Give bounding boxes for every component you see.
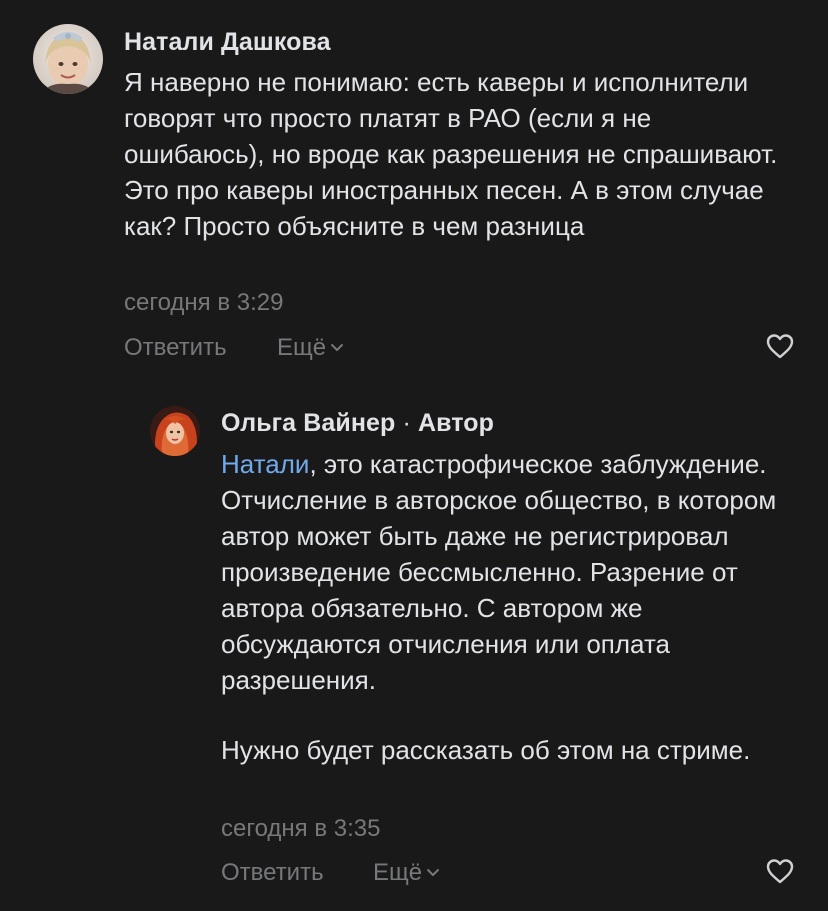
- reply-comment: Ольга Вайнер · Автор Натали, это катастр…: [0, 390, 828, 911]
- comment-text-body: , это катастрофическое заблуждение. Отчи…: [221, 449, 777, 695]
- reply-button[interactable]: Ответить: [221, 859, 324, 887]
- author-role-badge: Автор: [417, 409, 495, 437]
- chevron-down-icon: [331, 344, 344, 351]
- comment-author: Ольга Вайнер · Автор: [221, 409, 494, 438]
- author-separator: ·: [402, 409, 411, 437]
- more-button[interactable]: Ещё: [373, 859, 440, 887]
- comment: Натали Дашкова Я наверно не понимаю: ест…: [0, 0, 828, 380]
- comment-date[interactable]: сегодня в 3:35: [221, 815, 380, 843]
- comment-author[interactable]: Натали Дашкова: [124, 28, 331, 57]
- chevron-down-icon: [427, 869, 440, 876]
- mention-link[interactable]: Натали: [221, 449, 309, 479]
- author-name[interactable]: Ольга Вайнер: [221, 409, 395, 437]
- heart-outline-icon[interactable]: [765, 332, 795, 360]
- heart-outline-icon[interactable]: [765, 857, 795, 885]
- more-label: Ещё: [277, 334, 327, 361]
- reply-button[interactable]: Ответить: [124, 334, 227, 362]
- avatar[interactable]: [33, 24, 103, 94]
- comment-date[interactable]: сегодня в 3:29: [124, 289, 283, 317]
- more-label: Ещё: [373, 859, 423, 886]
- more-button[interactable]: Ещё: [277, 334, 344, 362]
- comment-text: Я наверно не понимаю: есть каверы и испо…: [124, 67, 778, 241]
- avatar[interactable]: [150, 406, 200, 456]
- comment-text-paragraph: Нужно будет рассказать об этом на стриме…: [221, 735, 751, 765]
- comment-text: Натали, это катастрофическое заблуждение…: [221, 446, 791, 698]
